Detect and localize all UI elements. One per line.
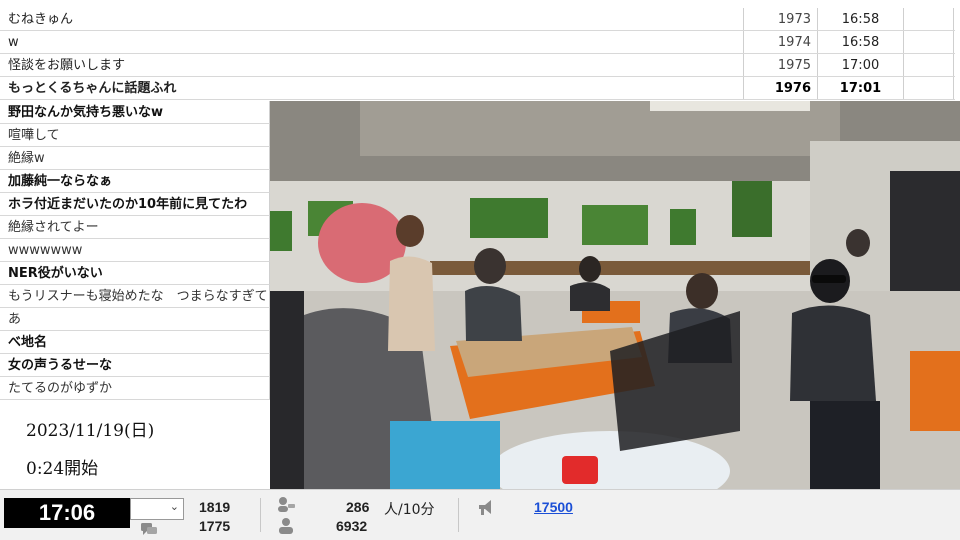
- display-select[interactable]: ⌄: [130, 498, 184, 520]
- comment-number: 1975: [744, 54, 818, 76]
- points-link[interactable]: 17500: [534, 499, 573, 515]
- comment-text: w: [0, 31, 744, 53]
- broadcast-date: 2023/11/19(日): [26, 421, 155, 441]
- comment-number: 1974: [744, 31, 818, 53]
- active-count: 286: [346, 499, 370, 515]
- list-item[interactable]: 喧嘩して: [0, 124, 270, 147]
- comment-extra-cell: [904, 8, 954, 30]
- comment-number: 1973: [744, 8, 818, 30]
- comment-row[interactable]: 怪談をお願いします 1975 17:00: [0, 54, 955, 77]
- comment-time: 16:58: [818, 8, 904, 30]
- comment-text: 怪談をお願いします: [0, 54, 744, 76]
- comment-extra-cell: [904, 77, 954, 99]
- comment-count: 1775: [199, 518, 231, 534]
- active-users-icon: [278, 497, 295, 512]
- list-item[interactable]: たてるのがゆずか: [0, 377, 270, 400]
- viewer-count: 1819: [199, 499, 231, 515]
- list-item[interactable]: NER役がいない: [0, 262, 270, 285]
- list-item[interactable]: 絶縁w: [0, 147, 270, 170]
- comment-row[interactable]: w 1974 16:58: [0, 31, 955, 54]
- elapsed-clock: 17:06: [4, 498, 130, 528]
- list-item[interactable]: 絶縁されてよー: [0, 216, 270, 239]
- list-item[interactable]: ホラ付近まだいたのか10年前に見てたわ: [0, 193, 270, 216]
- comment-text: もっとくるちゃんに話題ふれ: [0, 77, 744, 99]
- chevron-down-icon: ⌄: [169, 500, 179, 513]
- comment-time: 17:00: [818, 54, 904, 76]
- video-player[interactable]: [270, 101, 960, 489]
- premium-count: 6932: [336, 518, 368, 534]
- comment-row[interactable]: むねきゅん 1973 16:58: [0, 8, 955, 31]
- list-item[interactable]: もうリスナーも寝始めたな つまらなすぎて: [0, 285, 270, 308]
- comment-row[interactable]: もっとくるちゃんに話題ふれ 1976 17:01: [0, 77, 955, 100]
- ad-megaphone-icon: [479, 500, 491, 515]
- broadcast-start-time: 0:24開始: [26, 459, 99, 479]
- niconico-live-window: むねきゅん 1973 16:58 w 1974 16:58 怪談をお願いします …: [0, 0, 960, 540]
- list-item[interactable]: 女の声うるせーな: [0, 354, 270, 377]
- comment-icon: [141, 523, 157, 535]
- comment-grid: むねきゅん 1973 16:58 w 1974 16:58 怪談をお願いします …: [0, 8, 955, 100]
- active-unit: 人/10分: [384, 502, 435, 518]
- comment-extra-cell: [904, 31, 954, 53]
- comment-list-left: 野田なんか気持ち悪いなw 喧嘩して 絶縁w 加藤純一ならなぁ ホラ付近まだいたの…: [0, 101, 270, 400]
- comment-text: むねきゅん: [0, 8, 744, 30]
- list-item[interactable]: 野田なんか気持ち悪いなw: [0, 101, 270, 124]
- list-item[interactable]: あ: [0, 308, 270, 331]
- divider: [458, 498, 459, 532]
- comment-extra-cell: [904, 54, 954, 76]
- user-icon: [279, 518, 293, 534]
- list-item[interactable]: wwwwwww: [0, 239, 270, 262]
- comment-time: 17:01: [818, 77, 904, 99]
- comment-time: 16:58: [818, 31, 904, 53]
- video-frame-image: [270, 101, 960, 489]
- divider: [260, 498, 261, 532]
- list-item[interactable]: 加藤純一ならなぁ: [0, 170, 270, 193]
- list-item[interactable]: べ地名: [0, 331, 270, 354]
- status-bar: 17:06 ⌄ 1819 1775 286 人/10分 6932 17500: [0, 489, 960, 540]
- comment-number: 1976: [744, 77, 818, 99]
